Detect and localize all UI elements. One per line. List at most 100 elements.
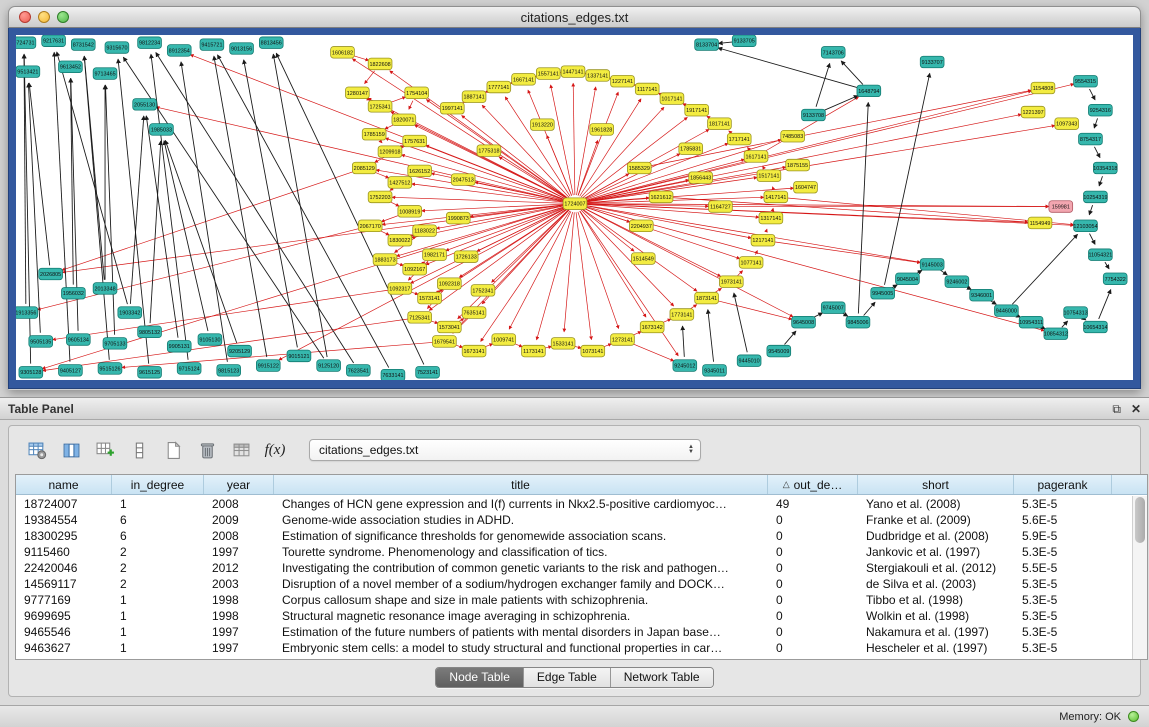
graph-node[interactable]: 1117141	[635, 83, 659, 95]
graph-node[interactable]: 1097343	[1055, 118, 1079, 130]
graph-node[interactable]: 1985033	[150, 124, 174, 136]
graph-node[interactable]: 1752341	[471, 285, 495, 297]
graph-node[interactable]: 1726133	[454, 251, 478, 263]
graph-node[interactable]: 1533141	[551, 338, 575, 350]
graph-edge[interactable]	[43, 319, 411, 371]
graph-node[interactable]: 9515126	[98, 363, 122, 375]
graph-edge[interactable]	[105, 85, 114, 335]
graph-node[interactable]: 9845006	[846, 316, 870, 328]
graph-node[interactable]: 9015121	[287, 350, 311, 362]
graph-edge[interactable]	[1105, 262, 1109, 269]
graph-edge[interactable]	[1099, 290, 1111, 319]
graph-node[interactable]: 1337141	[586, 70, 610, 82]
graph-node[interactable]: 12103054	[1073, 220, 1097, 232]
graph-edge[interactable]	[57, 52, 128, 304]
table-selector-dropdown[interactable]: citations_edges.txt ▲▼	[309, 439, 701, 461]
graph-node[interactable]: 1573041	[437, 321, 461, 333]
graph-node[interactable]: 9915122	[256, 360, 280, 372]
graph-node[interactable]: 1777141	[487, 81, 511, 93]
graph-edge[interactable]	[365, 71, 375, 84]
tab-node-table[interactable]: Node Table	[436, 668, 524, 687]
graph-edge[interactable]	[578, 140, 598, 195]
graph-node[interactable]: 9613452	[59, 61, 83, 73]
table-row[interactable]: 946554611997Estimation of the future num…	[16, 624, 1132, 640]
graph-node[interactable]: 10354318	[1093, 162, 1117, 174]
graph-node[interactable]: 9554315	[1074, 75, 1098, 87]
graph-node[interactable]: 1273141	[611, 334, 635, 346]
graph-edge[interactable]	[1012, 234, 1077, 304]
graph-node[interactable]: 1752203	[368, 191, 392, 203]
graph-node[interactable]: 1173141	[522, 345, 546, 357]
graph-node[interactable]: 8754317	[1079, 133, 1103, 145]
graph-node[interactable]: 1913356	[16, 307, 38, 319]
graph-edge[interactable]	[380, 141, 382, 143]
graph-node[interactable]: 2055130	[133, 99, 157, 111]
graph-node[interactable]: 9254316	[1088, 104, 1112, 116]
graph-edge[interactable]	[581, 210, 674, 306]
graph-node[interactable]: 10654314	[1083, 321, 1107, 333]
graph-edge[interactable]	[481, 211, 570, 342]
graph-node[interactable]: 10854312	[1044, 328, 1068, 340]
graph-node[interactable]: 9812234	[138, 37, 162, 49]
graph-node[interactable]: 9013156	[230, 43, 254, 55]
graph-node[interactable]: 1875155	[786, 159, 810, 171]
graph-node[interactable]: 9615125	[138, 367, 162, 379]
graph-node[interactable]: 9133705	[732, 35, 756, 47]
table-row[interactable]: 977716911998Corpus callosum shape and si…	[16, 592, 1132, 608]
graph-node[interactable]: 1822608	[368, 58, 392, 70]
graph-node[interactable]: 2204937	[629, 220, 653, 232]
graph-node[interactable]: 7143706	[821, 47, 845, 59]
graph-node[interactable]: 1785831	[679, 143, 703, 155]
delete-column-button[interactable]	[193, 437, 221, 463]
graph-node[interactable]: 2013348	[93, 283, 117, 295]
graph-node[interactable]: 1009741	[492, 334, 516, 346]
graph-edge[interactable]	[885, 73, 930, 284]
graph-node[interactable]: 1990873	[446, 212, 470, 224]
graph-node[interactable]: 9217631	[42, 35, 66, 47]
graph-node[interactable]: 1724007	[563, 198, 587, 210]
graph-node[interactable]: 9245012	[673, 360, 697, 372]
graph-node[interactable]: 1785159	[362, 128, 386, 140]
graph-node[interactable]: 7485083	[781, 130, 805, 142]
table-row[interactable]: 911546021997Tourette syndrome. Phenomeno…	[16, 544, 1132, 560]
graph-node[interactable]: 1617141	[744, 151, 768, 163]
table-row[interactable]: 969969511998Structural magnetic resonanc…	[16, 608, 1132, 624]
graph-node[interactable]: 1209918	[378, 146, 402, 158]
graph-node[interactable]: 9415721	[200, 39, 224, 51]
function-builder-button[interactable]: f(x)	[261, 437, 289, 463]
graph-edge[interactable]	[578, 212, 619, 329]
graph-edge[interactable]	[648, 90, 1031, 166]
graph-node[interactable]: 1754104	[405, 87, 429, 99]
graph-edge[interactable]	[738, 271, 743, 276]
graph-node[interactable]: 9605134	[66, 334, 90, 346]
graph-edge[interactable]	[577, 87, 596, 195]
graph-node[interactable]: 1164727	[709, 201, 733, 213]
graph-node[interactable]: 9315670	[105, 42, 129, 54]
graph-node[interactable]: 2085129	[352, 162, 376, 174]
graph-node[interactable]: 2026805	[39, 268, 63, 280]
graph-node[interactable]: 1154949	[1028, 217, 1052, 229]
graph-node[interactable]: 7633141	[381, 369, 405, 380]
graph-node[interactable]: 1217141	[751, 234, 775, 246]
graph-edge[interactable]	[584, 84, 1074, 202]
graph-edge[interactable]	[564, 212, 574, 332]
graph-node[interactable]: 10954311	[1019, 316, 1043, 328]
graph-edge[interactable]	[715, 300, 792, 319]
column-header-short[interactable]: short	[858, 475, 1014, 494]
graph-node[interactable]: 1626152	[408, 165, 432, 177]
graph-node[interactable]: 9445010	[737, 355, 761, 367]
graph-edge[interactable]	[54, 52, 70, 361]
graph-node[interactable]: 1648794	[857, 85, 881, 97]
graph-edge[interactable]	[773, 187, 774, 189]
graph-node[interactable]: 1154808	[1031, 82, 1055, 94]
graph-node[interactable]: 9105130	[198, 334, 222, 346]
graph-node[interactable]: 1077141	[739, 257, 763, 269]
graph-node[interactable]: 9713465	[93, 68, 117, 80]
graph-edge[interactable]	[84, 56, 104, 280]
graph-node[interactable]: 7635141	[462, 307, 486, 319]
graph-node[interactable]: 9715124	[177, 363, 201, 375]
graph-node[interactable]: 1820071	[392, 114, 416, 126]
float-panel-icon[interactable]: ⧉	[1112, 403, 1121, 415]
graph-node[interactable]: 9145003	[920, 259, 944, 271]
close-panel-icon[interactable]: ✕	[1131, 403, 1141, 415]
